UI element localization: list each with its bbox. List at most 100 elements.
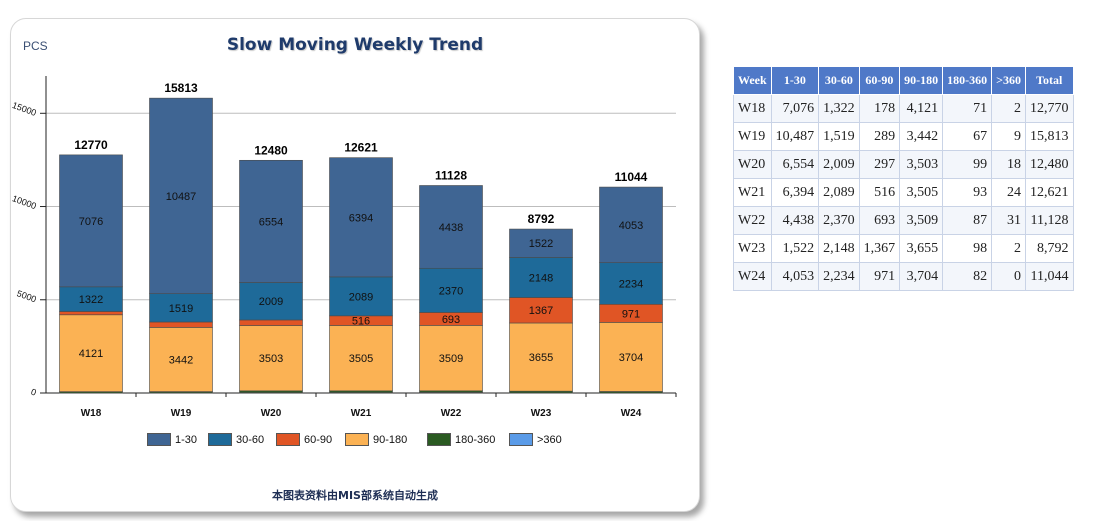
table-cell: 1,322 — [818, 94, 860, 123]
legend-swatch — [345, 433, 369, 446]
table-row: W20 6,554 2,009 297 3,503 99 18 12,480 — [733, 150, 1074, 179]
chart-title: Slow Moving Weekly Trend — [226, 35, 484, 55]
segment-label: 4053 — [619, 220, 643, 232]
table-cell: 3,503 — [899, 150, 944, 179]
legend-swatch — [147, 433, 171, 446]
table-header-cell: >360 — [991, 66, 1027, 95]
legend-swatch — [427, 433, 451, 446]
legend-item: 1-30 — [147, 433, 208, 446]
table-cell: 99 — [942, 150, 993, 179]
table-header-cell: Total — [1025, 66, 1074, 95]
table-cell: 3,505 — [899, 178, 944, 207]
table-cell: 1,522 — [770, 234, 820, 263]
table-header-row: Week 1-30 30-60 60-90 90-180 180-360 >360 Total — [733, 66, 1074, 95]
x-tick-label: W20 — [261, 408, 282, 419]
table-cell: 3,442 — [899, 122, 944, 151]
y-tick-label: 0 — [30, 387, 38, 398]
table-cell: 87 — [942, 206, 993, 235]
table-header-cell: 1-30 — [770, 66, 820, 95]
table-cell: 98 — [942, 234, 993, 263]
segment-label: 1522 — [529, 238, 553, 250]
table-cell: 1,519 — [818, 122, 860, 151]
table-header-cell: 30-60 — [818, 66, 860, 95]
table-cell: W18 — [733, 94, 772, 123]
data-table: Week 1-30 30-60 60-90 90-180 180-360 >360 Total… — [733, 66, 1074, 291]
table-header-cell: 180-360 — [942, 66, 993, 95]
segment-label: 516 — [352, 316, 370, 328]
segment-label: 3442 — [169, 354, 193, 366]
table-cell: 3,509 — [899, 206, 944, 235]
table-cell: 12,480 — [1025, 150, 1074, 179]
table-cell: 516 — [858, 178, 901, 207]
table-cell: W24 — [733, 262, 772, 291]
table-cell: 82 — [942, 262, 993, 291]
segment-label: 10487 — [166, 191, 197, 203]
table-row: W22 4,438 2,370 693 3,509 87 31 11,128 — [733, 206, 1074, 235]
table-cell: 12,621 — [1025, 178, 1074, 207]
table-cell: 9 — [991, 122, 1027, 151]
x-tick-label: W18 — [81, 408, 102, 419]
chart-footer: 本图表资料由MIS部系统自动生成 — [272, 489, 438, 502]
table-cell: W21 — [733, 178, 772, 207]
table-cell: 6,394 — [770, 178, 820, 207]
legend: 1-30 30-60 60-90 90-180 180-360 >360 — [147, 433, 569, 446]
x-tick-label: W21 — [351, 408, 372, 419]
table-header-cell: Week — [733, 66, 772, 95]
table-cell: 67 — [942, 122, 993, 151]
table-cell: 3,655 — [899, 234, 944, 263]
segment-label: 3509 — [439, 353, 463, 365]
legend-item: 180-360 — [427, 433, 509, 446]
table-body: W18 7,076 1,322 178 4,121 71 2 12,770 W19 10,487 1… — [733, 94, 1074, 291]
total-label: 11044 — [615, 170, 648, 184]
table-cell: 18 — [991, 150, 1027, 179]
table-row: W23 1,522 2,148 1,367 3,655 98 2 8,792 — [733, 234, 1074, 263]
table-cell: 93 — [942, 178, 993, 207]
segment-label: 1322 — [79, 294, 103, 306]
total-label: 12770 — [74, 138, 108, 152]
segment-label: 693 — [442, 314, 460, 326]
table-row: W21 6,394 2,089 516 3,505 93 24 12,621 — [733, 178, 1074, 207]
total-label: 15813 — [164, 81, 198, 95]
segment-label: 4438 — [439, 222, 463, 234]
legend-label: >360 — [537, 433, 562, 446]
legend-item: 60-90 — [276, 433, 345, 446]
legend-swatch — [208, 433, 232, 446]
table-cell: W23 — [733, 234, 772, 263]
table-cell: 2,089 — [818, 178, 860, 207]
legend-label: 30-60 — [236, 433, 265, 446]
segment-label: 971 — [622, 308, 640, 320]
table-cell: 11,128 — [1025, 206, 1074, 235]
segment-label: 6554 — [259, 216, 283, 228]
table-cell: 2,370 — [818, 206, 860, 235]
legend-label: 180-360 — [455, 433, 496, 446]
segment-label: 3704 — [619, 352, 643, 364]
segment-label: 4121 — [79, 348, 103, 360]
table-header-cell: 60-90 — [858, 66, 901, 95]
segment-label: 2148 — [529, 272, 553, 284]
table-row: W18 7,076 1,322 178 4,121 71 2 12,770 — [733, 94, 1074, 123]
segment-label: 2009 — [259, 296, 283, 308]
segment-label: 3503 — [259, 353, 283, 365]
total-label: 12480 — [254, 143, 288, 157]
segment-label: 2089 — [349, 291, 373, 303]
table-cell: 8,792 — [1025, 234, 1074, 263]
segment-label: 2370 — [439, 285, 463, 297]
table-cell: 289 — [858, 122, 901, 151]
table-cell: 3,704 — [899, 262, 944, 291]
total-label: 12621 — [344, 141, 378, 155]
table-cell: W20 — [733, 150, 772, 179]
table-cell: 31 — [991, 206, 1027, 235]
segment-label: 3655 — [529, 352, 553, 364]
total-label: 8792 — [528, 212, 555, 226]
y-tick-label: 15000 — [11, 100, 38, 118]
total-label: 11128 — [435, 168, 467, 182]
table-cell: 2,234 — [818, 262, 860, 291]
table-cell: 178 — [858, 94, 901, 123]
chart-panel: 0 5000 10000 15000 4121 1322 7076 12770 W18 3442 1… — [10, 18, 700, 512]
table-cell: 11,044 — [1025, 262, 1074, 291]
bar-segment — [59, 311, 123, 316]
table-cell: 7,076 — [770, 94, 820, 123]
segment-label: 1367 — [529, 305, 553, 317]
table-row: W19 10,487 1,519 289 3,442 67 9 15,813 — [733, 122, 1074, 151]
legend-item: 90-180 — [345, 433, 427, 446]
